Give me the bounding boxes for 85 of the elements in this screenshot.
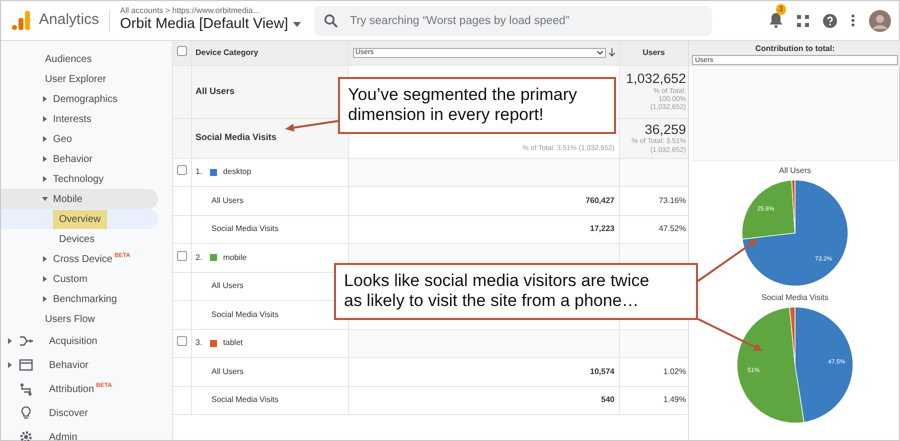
settings-icon	[19, 430, 33, 441]
sidebar-item[interactable]: Admin	[49, 430, 78, 441]
chart-title: All Users	[778, 165, 811, 177]
device-link[interactable]: mobile	[223, 252, 247, 264]
column-header: Device Category	[196, 48, 258, 57]
analytics-logo	[12, 10, 30, 30]
avatar-icon[interactable]	[869, 10, 891, 32]
share-value: 1.02%	[663, 366, 686, 376]
expand-icon[interactable]	[42, 96, 48, 102]
sidebar-item[interactable]: Discover	[49, 406, 88, 420]
sidebar-item[interactable]: Demographics	[1, 89, 158, 109]
sidebar-item[interactable]: Interests	[1, 109, 158, 129]
users-value: 17,223	[590, 224, 614, 234]
device-link[interactable]: desktop	[223, 166, 252, 178]
bell-icon[interactable]	[769, 12, 783, 28]
sidebar-item[interactable]: Technology	[1, 169, 158, 189]
expand-icon[interactable]	[42, 296, 48, 302]
window-icon	[19, 358, 33, 372]
lightbulb-icon	[19, 406, 33, 420]
arrow	[697, 239, 758, 282]
sidebar-item[interactable]: Overview	[53, 210, 107, 228]
users-value: 540	[601, 395, 614, 404]
column-header: Users	[642, 48, 665, 57]
path-icon	[19, 382, 33, 396]
expand-icon[interactable]	[42, 276, 48, 282]
sidebar-item[interactable]: Audiences	[1, 49, 158, 69]
checkbox[interactable]	[177, 165, 187, 176]
segment-label: All Users	[212, 281, 244, 290]
expand-icon[interactable]	[42, 156, 48, 162]
sidebar-item[interactable]: Behavior	[1, 149, 158, 169]
expand-icon[interactable]	[42, 256, 48, 262]
users-value: 760,427	[586, 196, 614, 205]
expand-icon[interactable]	[42, 136, 48, 142]
sidebar-item[interactable]: Custom	[1, 269, 158, 289]
row-number: 2.	[196, 252, 202, 264]
search-field[interactable]: Try searching “Worst pages by load speed”	[314, 6, 712, 36]
arrow	[285, 120, 338, 132]
total-value: 36,259	[644, 120, 686, 138]
callout: You’ve segmented the primary dimension in every report!	[338, 77, 616, 134]
arrow	[698, 318, 763, 351]
sort-icon[interactable]	[608, 48, 614, 58]
checkbox[interactable]	[177, 250, 187, 261]
product-name: Analytics	[39, 10, 100, 30]
sidebar-item[interactable]: Acquisition	[49, 334, 98, 348]
callout: Looks like social media visitors are twice as likely to visit the site from a phone…	[334, 263, 698, 320]
sidebar-item[interactable]: Devices	[53, 230, 101, 248]
expand-icon[interactable]	[7, 338, 13, 344]
row-number: 3.	[196, 337, 202, 350]
expand-icon[interactable]	[7, 362, 13, 368]
chevron-icon	[596, 50, 603, 55]
device-link[interactable]: tablet	[223, 337, 243, 350]
sidebar-item[interactable]: Mobile	[1, 189, 158, 209]
segment-label: Social Media Visits	[212, 395, 278, 404]
segment-label: All Users	[212, 196, 244, 205]
row-label: Social Media Visits	[196, 132, 276, 142]
row-number: 1.	[196, 166, 202, 178]
sidebar-item[interactable]: User Explorer	[1, 69, 158, 89]
expand-icon[interactable]	[42, 196, 48, 202]
segment-label: All Users	[212, 366, 244, 376]
chart-title: Social Media Visits	[762, 292, 828, 304]
apps-icon[interactable]	[797, 14, 809, 26]
sidebar-item[interactable]: Benchmarking	[1, 289, 158, 309]
row-label: All Users	[196, 86, 235, 96]
branch-icon	[19, 334, 33, 348]
more-icon[interactable]	[851, 14, 855, 27]
expand-icon[interactable]	[42, 176, 48, 182]
sidebar-item[interactable]: Geo	[1, 129, 158, 149]
segment-label: Social Media Visits	[212, 310, 278, 319]
segment-label: Social Media Visits	[212, 224, 278, 234]
total-value: 1,032,652	[624, 70, 686, 88]
caret-icon[interactable]	[293, 22, 302, 28]
panel-title: Contribution to total:	[754, 43, 836, 55]
view-selector[interactable]: Orbit Media [Default View]	[120, 16, 288, 34]
share-value: 47.52%	[658, 224, 686, 234]
users-value: 10,574	[590, 366, 614, 376]
sidebar-item[interactable]: Users Flow	[1, 309, 158, 329]
share-value: 73.16%	[658, 196, 686, 205]
breadcrumb[interactable]: All accounts > https://www.orbitmedia...	[120, 7, 310, 16]
help-icon[interactable]	[823, 14, 837, 28]
sidebar-item[interactable]: Behavior	[49, 358, 88, 372]
expand-icon[interactable]	[42, 116, 48, 122]
checkbox[interactable]	[177, 46, 187, 56]
checkbox[interactable]	[177, 336, 187, 346]
search-icon	[324, 14, 338, 28]
share-value: 1.49%	[663, 395, 686, 404]
